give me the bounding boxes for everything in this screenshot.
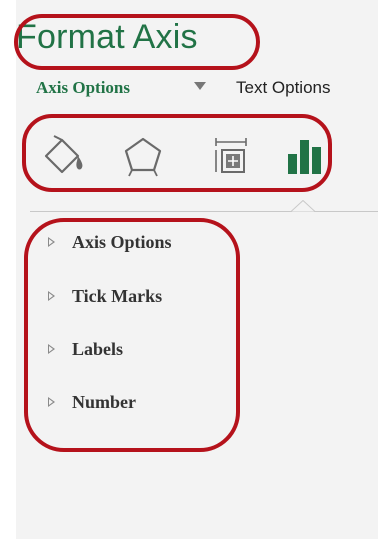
tab-text-options[interactable]: Text Options (236, 78, 331, 98)
icon-divider (30, 211, 378, 212)
size-properties-icon[interactable] (208, 134, 254, 178)
effects-icon[interactable] (120, 134, 166, 178)
section-label: Axis Options (72, 232, 172, 252)
chevron-down-icon[interactable] (194, 82, 206, 90)
section-label: Tick Marks (72, 286, 163, 306)
expand-icon (48, 237, 55, 247)
pane-title: Format Axis (16, 18, 198, 56)
fill-line-icon[interactable] (40, 134, 88, 178)
section-label: Number (72, 392, 136, 412)
expand-icon (48, 397, 55, 407)
selected-tab-pointer (291, 200, 315, 212)
axis-options-icon[interactable] (284, 134, 328, 178)
expand-icon (48, 291, 55, 301)
expand-icon (48, 344, 55, 354)
tab-axis-options[interactable]: Axis Options (36, 78, 130, 98)
section-label: Labels (72, 339, 124, 359)
